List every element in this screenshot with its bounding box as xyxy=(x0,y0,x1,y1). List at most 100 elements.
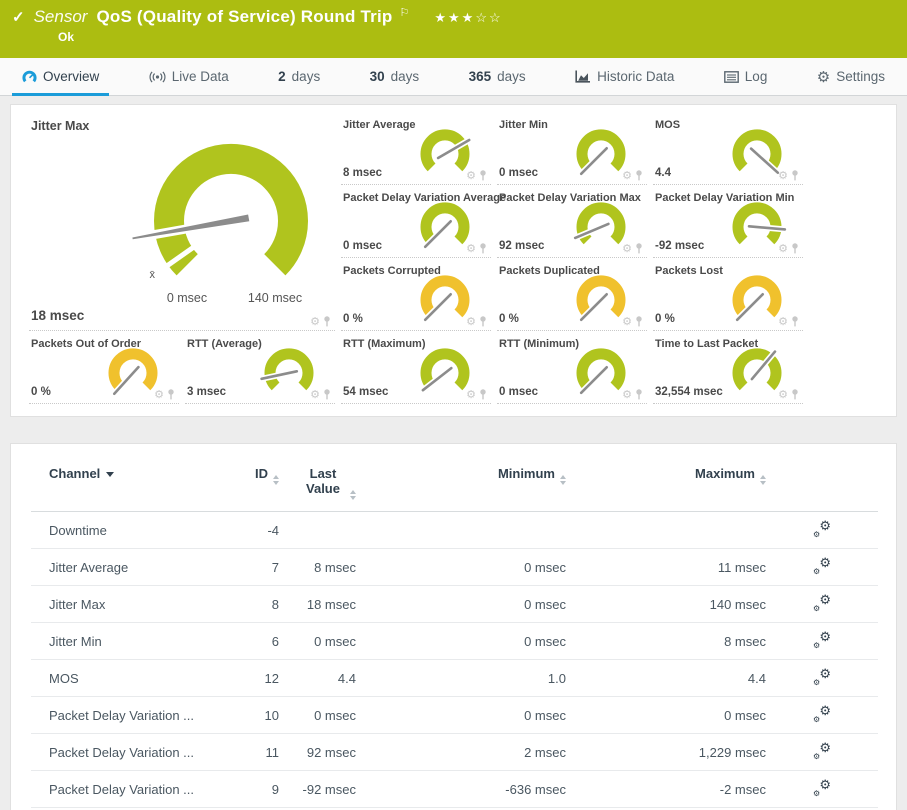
maximum-cell xyxy=(566,512,766,549)
minimum-cell: -636 msec xyxy=(356,771,566,808)
channels-table-panel: ChannelIDLast ValueMinimumMaximum Downti… xyxy=(10,443,897,810)
pin-icon[interactable] xyxy=(791,243,799,254)
tab-live-data[interactable]: Live Data xyxy=(145,58,233,95)
pin-icon[interactable] xyxy=(791,316,799,327)
gauge-value: 3 msec xyxy=(187,386,226,398)
gauge-title: Jitter Min xyxy=(499,119,548,131)
actions-cell: ⚙⚙ xyxy=(766,586,878,623)
column-header-minimum[interactable]: Minimum xyxy=(356,460,566,512)
tab-2-days[interactable]: 2days xyxy=(274,58,324,95)
last-value-cell: 0 msec xyxy=(279,623,356,660)
sort-icon xyxy=(273,475,279,485)
column-header-maximum[interactable]: Maximum xyxy=(566,460,766,512)
gauge-title: Jitter Max xyxy=(31,119,89,133)
id-cell: 8 xyxy=(221,586,279,623)
column-header-actions xyxy=(766,460,878,512)
channel-settings-icon[interactable]: ⚙⚙ xyxy=(813,558,831,573)
gauge-value: 4.4 xyxy=(655,167,671,179)
sensor-header: ✓ Sensor QoS (Quality of Service) Round … xyxy=(0,0,907,58)
channel-settings-icon[interactable]: ⚙⚙ xyxy=(813,669,831,684)
actions-cell: ⚙⚙ xyxy=(766,512,878,549)
gear-icon[interactable]: ⚙ xyxy=(778,390,788,400)
channel-settings-icon[interactable]: ⚙⚙ xyxy=(813,743,831,758)
gauges-panel: Jitter Maxx̄0 msec140 msec18 msec⚙Jitter… xyxy=(10,104,897,417)
gear-icon[interactable]: ⚙ xyxy=(778,244,788,254)
gauge-tile-mos: MOS4.4⚙ xyxy=(653,115,803,185)
last-value-cell: 92 msec xyxy=(279,734,356,771)
actions-cell: ⚙⚙ xyxy=(766,549,878,586)
tab-overview[interactable]: Overview xyxy=(18,58,103,95)
actions-cell: ⚙⚙ xyxy=(766,771,878,808)
gauge-icon xyxy=(22,70,37,83)
gear-icon[interactable]: ⚙ xyxy=(310,390,320,400)
gauge-tile-packets-out-of-order: Packets Out of Order0 %⚙ xyxy=(29,334,179,404)
channel-settings-icon[interactable]: ⚙⚙ xyxy=(813,780,831,795)
gauge-value: 8 msec xyxy=(343,167,382,179)
tile-actions: ⚙ xyxy=(778,243,799,254)
gauge: x̄0 msec140 msec xyxy=(121,125,341,325)
pin-icon[interactable] xyxy=(479,316,487,327)
tab-label: days xyxy=(497,69,526,84)
gauge-value: 54 msec xyxy=(343,386,388,398)
channel-settings-icon[interactable]: ⚙⚙ xyxy=(813,595,831,610)
priority-stars[interactable]: ★★★☆☆ xyxy=(434,10,502,26)
gear-icon[interactable]: ⚙ xyxy=(622,244,632,254)
pin-icon[interactable] xyxy=(635,316,643,327)
table-row-packet-delay-variation: Packet Delay Variation ...9-92 msec-636 … xyxy=(31,771,878,808)
channels-table: ChannelIDLast ValueMinimumMaximum Downti… xyxy=(31,460,878,810)
gear-icon[interactable]: ⚙ xyxy=(778,171,788,181)
channel-settings-icon[interactable]: ⚙⚙ xyxy=(813,632,831,647)
sort-icon xyxy=(560,475,566,485)
tab-historic-data[interactable]: Historic Data xyxy=(571,58,678,95)
pin-icon[interactable] xyxy=(635,243,643,254)
pin-icon[interactable] xyxy=(479,243,487,254)
gear-icon[interactable]: ⚙ xyxy=(622,171,632,181)
gear-icon[interactable]: ⚙ xyxy=(466,244,476,254)
pin-icon[interactable] xyxy=(479,170,487,181)
gauge-needle xyxy=(132,215,249,240)
tab-settings[interactable]: ⚙ Settings xyxy=(813,58,889,95)
pin-icon[interactable] xyxy=(323,389,331,400)
last-value-cell: 8 msec xyxy=(279,549,356,586)
column-header-id[interactable]: ID xyxy=(221,460,279,512)
tab-365-days[interactable]: 365days xyxy=(465,58,530,95)
sensor-title-row: ✓ Sensor QoS (Quality of Service) Round … xyxy=(12,7,893,27)
maximum-cell: 0 msec xyxy=(566,697,766,734)
pin-icon[interactable] xyxy=(167,389,175,400)
pin-icon[interactable] xyxy=(323,316,331,327)
actions-cell: ⚙⚙ xyxy=(766,660,878,697)
column-header-channel[interactable]: Channel xyxy=(31,460,221,512)
gear-icon: ⚙ xyxy=(817,68,830,86)
tab-label: Log xyxy=(745,69,768,84)
tab-label: Overview xyxy=(43,69,99,84)
tab-log[interactable]: Log xyxy=(720,58,772,95)
channel-settings-icon[interactable]: ⚙⚙ xyxy=(813,706,831,721)
pin-icon[interactable] xyxy=(635,170,643,181)
column-header-last-value[interactable]: Last Value xyxy=(279,460,356,512)
pin-icon[interactable] xyxy=(479,389,487,400)
gear-icon[interactable]: ⚙ xyxy=(310,317,320,327)
pin-icon[interactable] xyxy=(635,389,643,400)
channel-cell: MOS xyxy=(31,660,221,697)
gear-icon[interactable]: ⚙ xyxy=(622,390,632,400)
gear-icon[interactable]: ⚙ xyxy=(622,317,632,327)
tile-actions: ⚙ xyxy=(778,170,799,181)
channel-settings-icon[interactable]: ⚙⚙ xyxy=(813,521,831,536)
tile-actions: ⚙ xyxy=(622,389,643,400)
sort-icon xyxy=(760,475,766,485)
tab-30-days[interactable]: 30days xyxy=(366,58,424,95)
pin-icon[interactable] xyxy=(791,170,799,181)
last-value-cell xyxy=(279,512,356,549)
tab-label: Settings xyxy=(836,69,885,84)
channel-cell: Packet Delay Variation ... xyxy=(31,771,221,808)
gear-icon[interactable]: ⚙ xyxy=(466,390,476,400)
gauge-value: 0 % xyxy=(655,313,675,325)
gear-icon[interactable]: ⚙ xyxy=(466,171,476,181)
gear-icon[interactable]: ⚙ xyxy=(154,390,164,400)
gear-icon[interactable]: ⚙ xyxy=(778,317,788,327)
id-cell: 11 xyxy=(221,734,279,771)
minimum-cell: 1.0 xyxy=(356,660,566,697)
flag-icon[interactable]: ⚐ xyxy=(400,6,410,19)
gear-icon[interactable]: ⚙ xyxy=(466,317,476,327)
pin-icon[interactable] xyxy=(791,389,799,400)
